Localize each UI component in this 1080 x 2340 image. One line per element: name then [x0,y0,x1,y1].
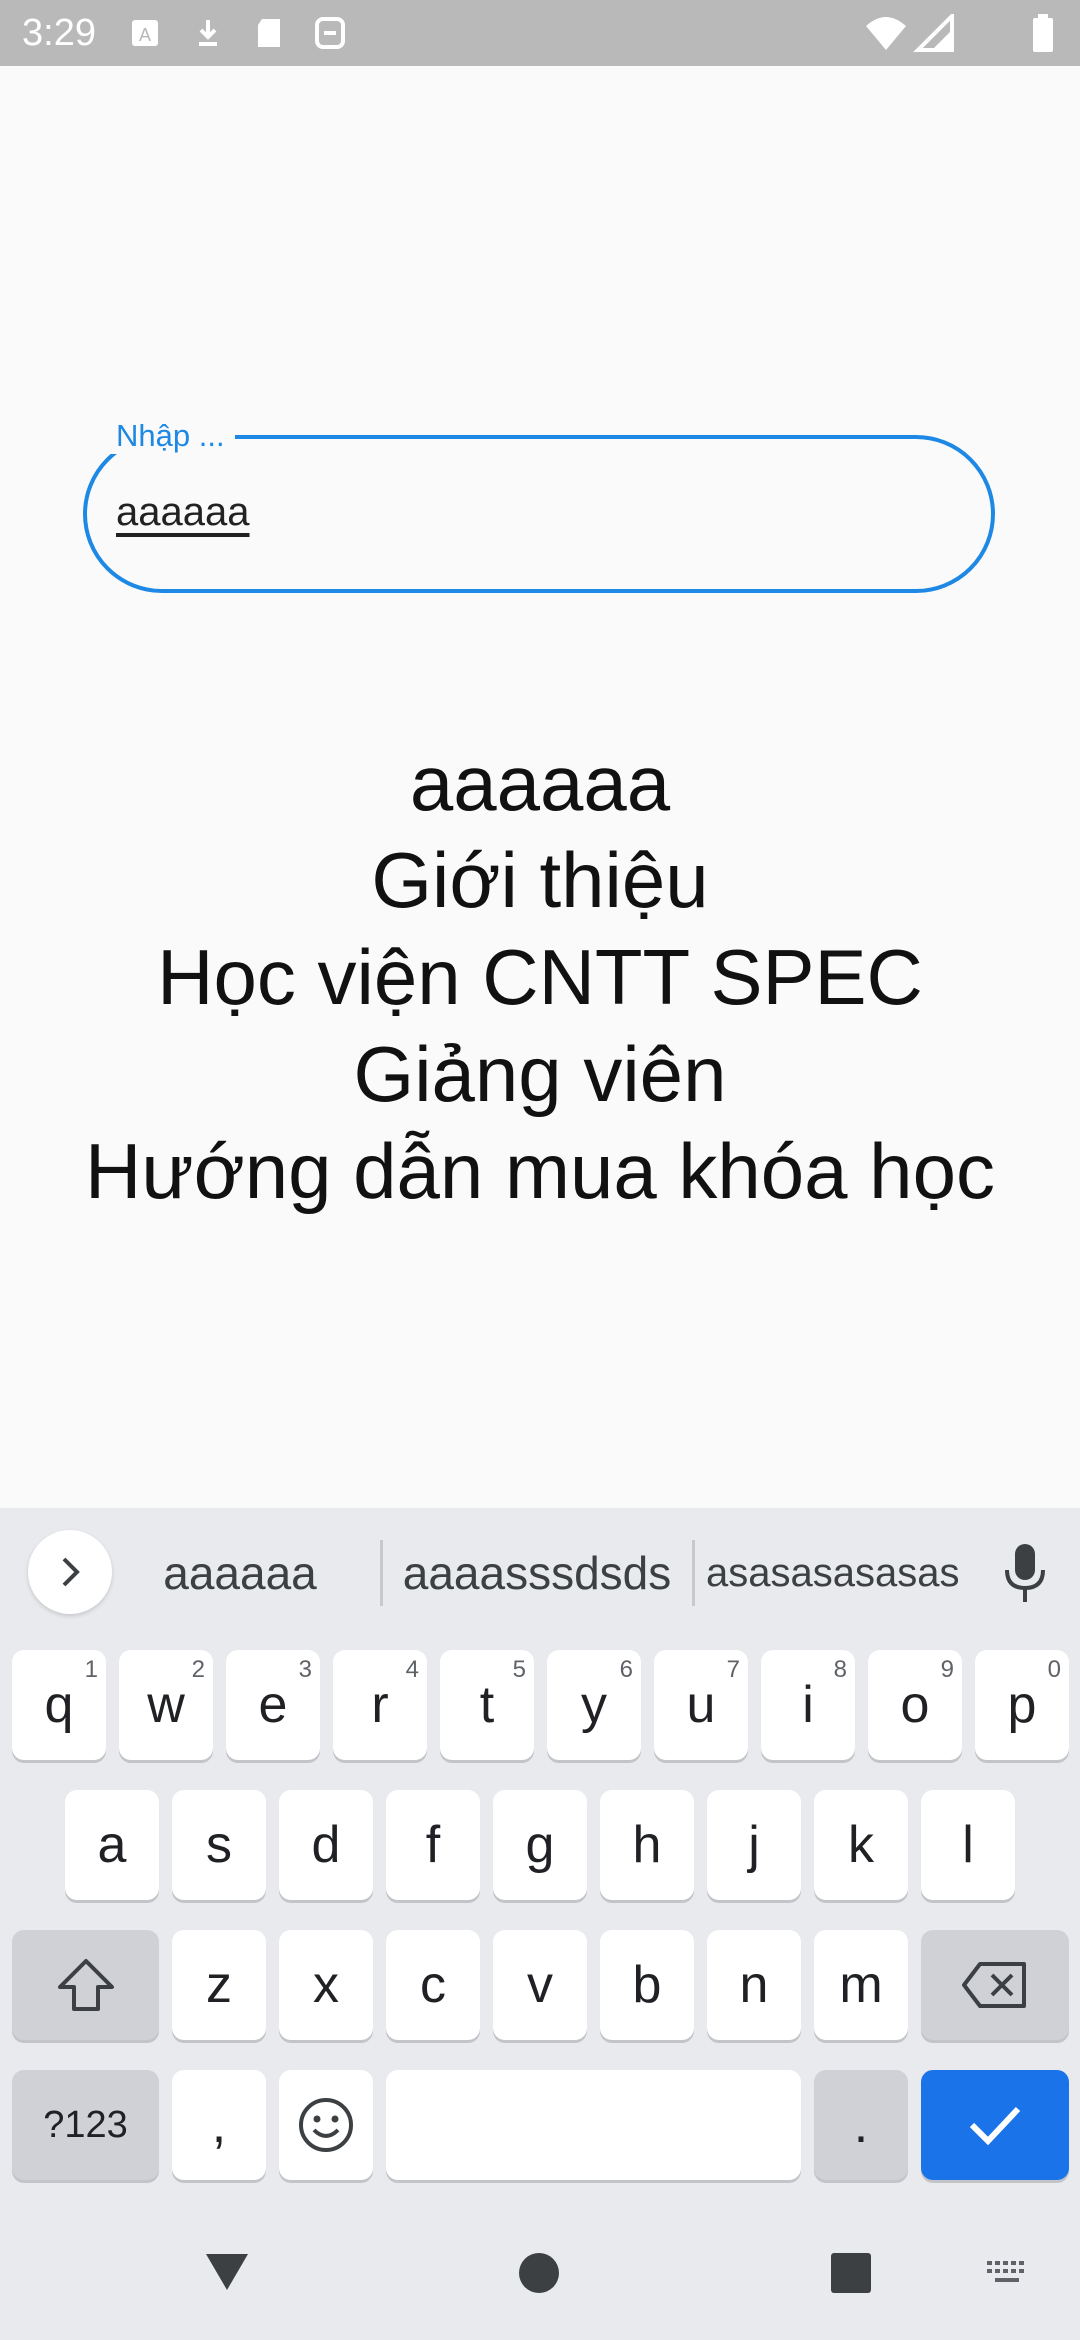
home-circle-icon[interactable] [518,2252,560,2294]
key-d[interactable]: d [279,1790,373,1900]
key-r[interactable]: r4 [333,1650,427,1760]
key-i[interactable]: i8 [761,1650,855,1760]
suggestion-3[interactable]: asasasasasas [706,1538,959,1608]
download-icon [199,20,217,46]
key-u[interactable]: u7 [654,1650,748,1760]
key-a[interactable]: a [65,1790,159,1900]
key-g[interactable]: g [493,1790,587,1900]
key-h[interactable]: h [600,1790,694,1900]
key-z[interactable]: z [172,1930,266,2040]
emoji-icon [299,2098,353,2152]
done-key[interactable] [921,2070,1069,2180]
content-line-guide: Hướng dẫn mua khóa học [85,1127,995,1215]
key-l[interactable]: l [921,1790,1015,1900]
chevron-right-icon [62,1557,80,1587]
period-key[interactable]: . [814,2070,908,2180]
key-w[interactable]: w2 [119,1650,213,1760]
symbols-key[interactable]: ?123 [12,2070,159,2180]
suggestion-bar: aaaaaa aaaasssdsds asasasasasas [0,1508,1080,1638]
key-k[interactable]: k [814,1790,908,1900]
backspace-icon [962,1962,1026,2008]
key-x[interactable]: x [279,1930,373,2040]
content-text: aaaaaa Giới thiệu Học viện CNTT SPEC Giả… [0,735,1080,1220]
key-c[interactable]: c [386,1930,480,2040]
svg-text:A: A [139,25,151,45]
suggestion-1[interactable]: aaaaaa [140,1538,340,1608]
key-n[interactable]: n [707,1930,801,2040]
shift-icon [57,1959,114,2011]
key-b[interactable]: b [600,1930,694,2040]
key-s[interactable]: s [172,1790,266,1900]
content-line-academy: Học viện CNTT SPEC [157,933,923,1021]
shift-key[interactable] [12,1930,159,2040]
microphone-icon[interactable] [1000,1542,1050,1606]
battery-icon [1033,14,1053,52]
key-y[interactable]: y6 [547,1650,641,1760]
content-line-input-echo: aaaaaa [409,739,671,827]
suggestion-divider [380,1540,383,1606]
key-j[interactable]: j [707,1790,801,1900]
back-triangle-icon[interactable] [204,2252,250,2292]
key-e[interactable]: e3 [226,1650,320,1760]
key-q[interactable]: q1 [12,1650,106,1760]
content-line-intro: Giới thiệu [371,836,709,924]
wifi-signal-icon [866,14,954,52]
key-p[interactable]: p0 [975,1650,1069,1760]
sd-card-icon [258,19,280,47]
comma-key[interactable]: , [172,2070,266,2180]
suggestion-divider [692,1540,695,1606]
sim-icon [315,17,345,49]
recents-square-icon[interactable] [830,2252,872,2294]
emoji-key[interactable] [279,2070,373,2180]
input-label: Nhập ... [106,418,235,454]
a-notification-icon: A [132,20,158,46]
checkmark-icon [969,2106,1021,2146]
key-m[interactable]: m [814,1930,908,2040]
status-bar: 3:29 A [0,0,1080,66]
keyboard-switch-icon[interactable] [986,2260,1028,2286]
backspace-key[interactable] [921,1930,1069,2040]
expand-button[interactable] [28,1530,112,1614]
navigation-bar [0,2210,1080,2340]
key-o[interactable]: o9 [868,1650,962,1760]
key-t[interactable]: t5 [440,1650,534,1760]
status-time: 3:29 [22,12,96,54]
key-f[interactable]: f [386,1790,480,1900]
key-v[interactable]: v [493,1930,587,2040]
suggestion-2[interactable]: aaaasssdsds [392,1538,682,1608]
content-line-instructor: Giảng viên [353,1030,727,1118]
input-value[interactable]: aaaaaa [116,487,249,537]
space-key[interactable] [386,2070,801,2180]
